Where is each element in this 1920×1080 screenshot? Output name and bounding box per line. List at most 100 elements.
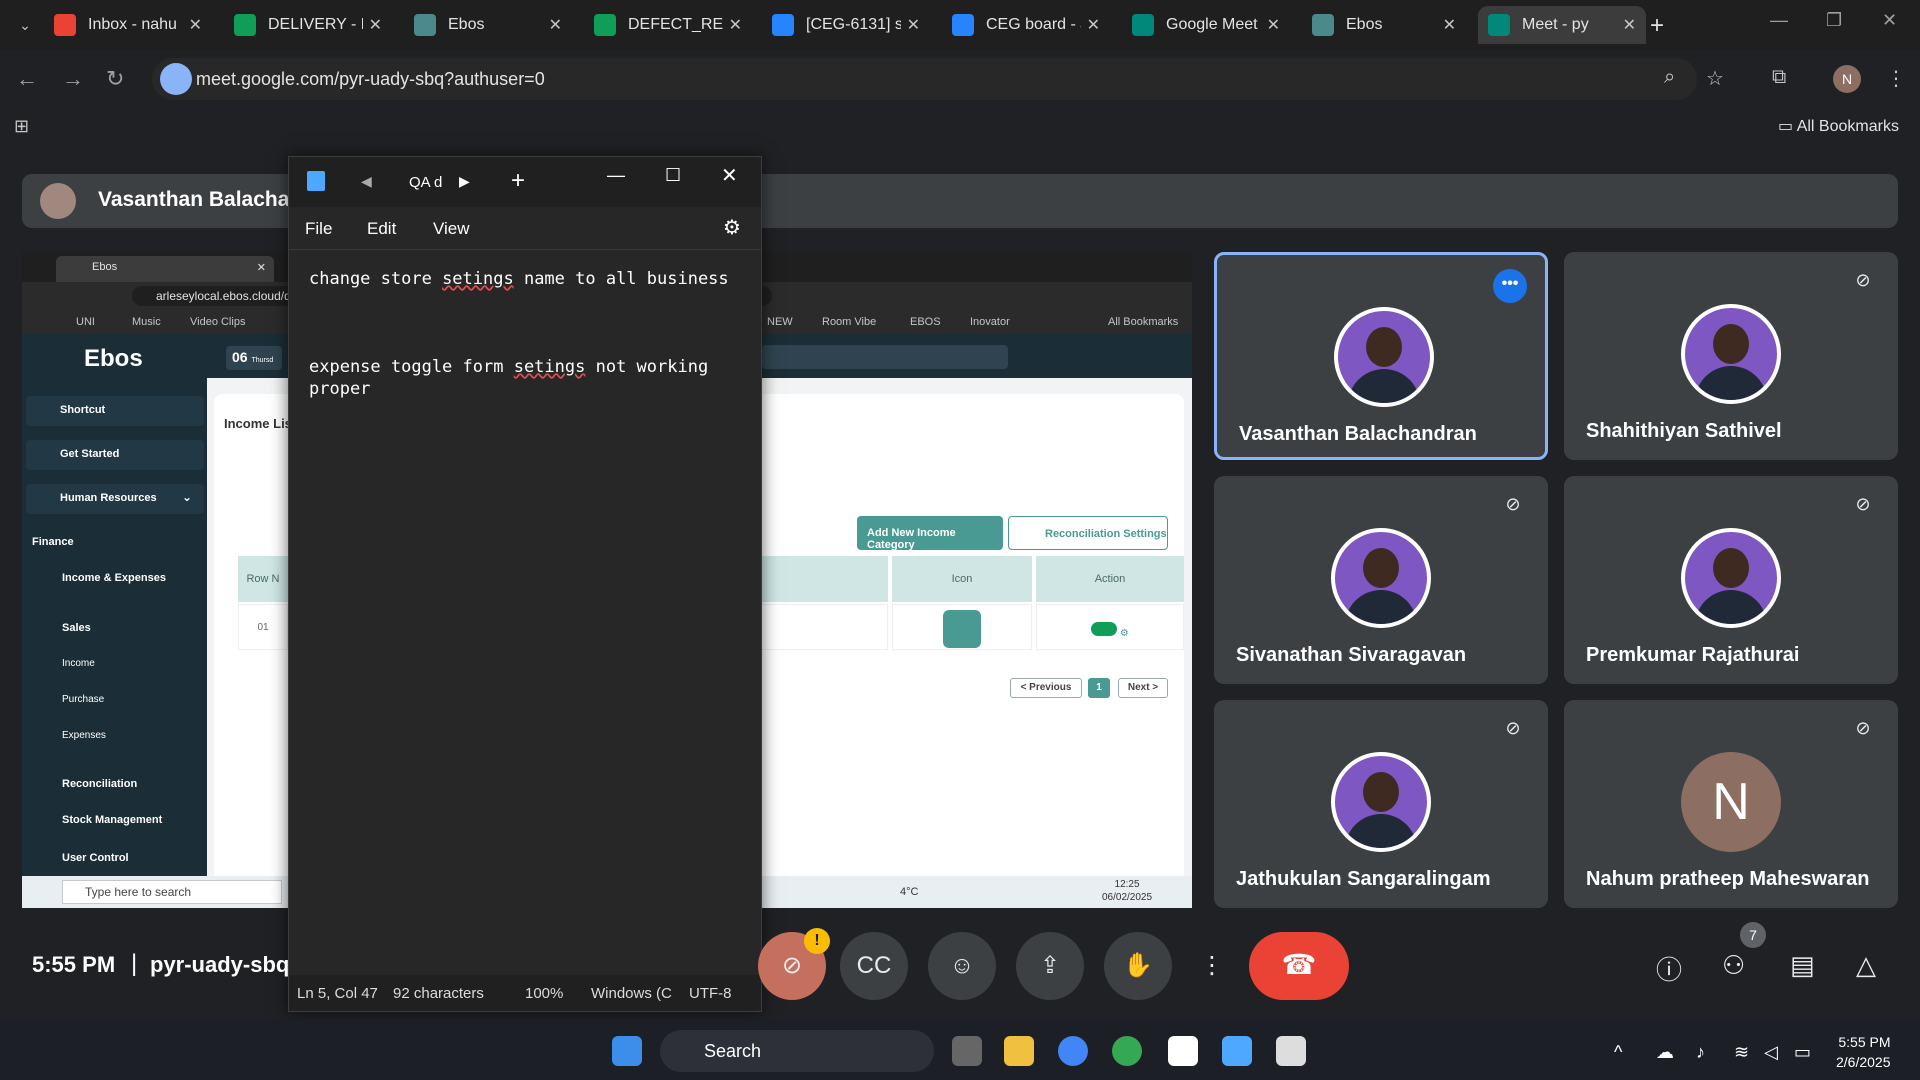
- tab-close-icon[interactable]: ✕: [1443, 15, 1456, 35]
- tab-close-icon[interactable]: ✕: [1267, 15, 1280, 35]
- taskbar-search[interactable]: Search: [660, 1030, 934, 1072]
- raise-hand-button[interactable]: ✋: [1104, 932, 1172, 1000]
- toggle-icon: [1091, 622, 1118, 636]
- shared-time: 12:25: [1114, 879, 1140, 890]
- notepad-tab-title[interactable]: QA d: [409, 174, 442, 191]
- notepad-line[interactable]: proper: [309, 379, 370, 399]
- participant-tile[interactable]: Sivanathan Sivaragavan ⊘: [1214, 476, 1548, 684]
- extensions-icon[interactable]: ⧉: [1772, 66, 1786, 89]
- tab-favicon-icon: [54, 14, 76, 36]
- browser-tab[interactable]: DELIVERY - P ✕: [224, 6, 392, 44]
- reload-icon[interactable]: ↻: [106, 66, 124, 92]
- tab-prev-icon[interactable]: ◀: [361, 173, 372, 190]
- all-bookmarks[interactable]: ▭ All Bookmarks: [1778, 116, 1899, 136]
- tab-search-icon[interactable]: ⌄: [10, 10, 40, 40]
- avatar-head: [1363, 772, 1399, 812]
- shared-tab: Ebos ✕: [56, 256, 274, 282]
- browser-tab[interactable]: [CEG-6131] s ✕: [762, 6, 930, 44]
- tab-close-icon[interactable]: ✕: [189, 15, 202, 35]
- tab-close-icon[interactable]: ✕: [1623, 15, 1636, 35]
- maximize-icon[interactable]: ☐: [665, 165, 681, 186]
- shared-bookmark: All Bookmarks: [1108, 316, 1179, 328]
- participant-tile[interactable]: Shahithiyan Sathivel ⊘: [1564, 252, 1898, 460]
- gear-icon[interactable]: ⚙: [723, 215, 741, 240]
- tab-label: [CEG-6131] s: [806, 16, 901, 33]
- people-icon[interactable]: ⚇: [1722, 950, 1745, 981]
- browser-tab[interactable]: CEG board - J ✕: [942, 6, 1110, 44]
- tab-close-icon[interactable]: ✕: [369, 15, 382, 35]
- tab-favicon-icon: [1132, 14, 1154, 36]
- reactions-button[interactable]: ☺: [928, 932, 996, 1000]
- bookmark-star-icon[interactable]: ☆: [1706, 66, 1724, 91]
- kebab-icon: ⋮: [1200, 952, 1224, 979]
- battery-icon[interactable]: ▭: [1794, 1042, 1811, 1063]
- present-button[interactable]: ⇪: [1016, 932, 1084, 1000]
- minimize-icon[interactable]: —: [607, 165, 625, 186]
- new-tab-button[interactable]: +: [1650, 12, 1664, 40]
- notepad-line[interactable]: change store setings name to all busines…: [309, 269, 729, 289]
- notepad-line[interactable]: expense toggle form setings not working: [309, 357, 708, 377]
- chrome-profile-icon[interactable]: [1112, 1036, 1142, 1066]
- task-view-icon[interactable]: [952, 1036, 982, 1066]
- restore-icon[interactable]: ❐: [1826, 10, 1842, 31]
- tab-favicon-icon: [772, 14, 794, 36]
- captions-button[interactable]: CC: [840, 932, 908, 1000]
- app-icon[interactable]: [1168, 1036, 1198, 1066]
- browser-tab[interactable]: DEFECT_REPO ✕: [584, 6, 752, 44]
- mic-icon[interactable]: ♪: [1696, 1042, 1705, 1063]
- new-tab-icon[interactable]: +: [511, 167, 525, 195]
- emoji-icon: ☺: [949, 952, 975, 979]
- profile-avatar[interactable]: N: [1833, 65, 1861, 93]
- tab-next-icon[interactable]: ▶: [459, 173, 470, 190]
- status-zoom[interactable]: 100%: [525, 985, 563, 1002]
- file-explorer-icon[interactable]: [1004, 1036, 1034, 1066]
- taskbar-clock[interactable]: 5:55 PM 2/6/2025: [1836, 1032, 1891, 1072]
- browser-tab-strip: ⌄ Inbox - nahu ✕ DELIVERY - P ✕ Ebos ✕ DEFECT_…: [0, 0, 1920, 50]
- volume-icon[interactable]: ◁: [1764, 1042, 1778, 1063]
- chat-icon[interactable]: ▤: [1790, 950, 1815, 981]
- more-options-button[interactable]: ⋮: [1190, 932, 1234, 1000]
- menu-view[interactable]: View: [433, 219, 470, 239]
- zoom-icon[interactable]: ⌕: [1664, 66, 1675, 89]
- ebos-add-button: Add New Income Category: [857, 516, 1003, 551]
- leave-call-button[interactable]: ☎: [1249, 932, 1349, 1000]
- chrome-icon[interactable]: [1058, 1036, 1088, 1066]
- info-icon[interactable]: ⓘ: [1656, 950, 1682, 987]
- participant-tile[interactable]: Premkumar Rajathurai ⊘: [1564, 476, 1898, 684]
- forward-icon[interactable]: →: [62, 66, 84, 92]
- back-icon[interactable]: ←: [16, 66, 38, 92]
- menu-file[interactable]: File: [305, 219, 332, 239]
- browser-tab[interactable]: Ebos ✕: [404, 6, 572, 44]
- minimize-icon[interactable]: —: [1770, 10, 1788, 31]
- mic-icon[interactable]: [160, 63, 192, 95]
- browser-tab[interactable]: Ebos ✕: [1302, 6, 1466, 44]
- snipping-tool-icon[interactable]: [1276, 1036, 1306, 1066]
- tab-close-icon[interactable]: ✕: [907, 15, 920, 35]
- tray-chevron-icon[interactable]: ^: [1614, 1042, 1622, 1063]
- wifi-icon[interactable]: ≋: [1734, 1042, 1749, 1063]
- participant-tile[interactable]: N Nahum pratheep Maheswaran ⊘: [1564, 700, 1898, 908]
- menu-edit[interactable]: Edit: [367, 219, 396, 239]
- participant-tile[interactable]: Jathukulan Sangaralingam ⊘: [1214, 700, 1548, 908]
- shared-bookmark: Music: [132, 316, 161, 328]
- tab-close-icon[interactable]: ✕: [1087, 15, 1100, 35]
- close-icon[interactable]: ✕: [721, 163, 738, 188]
- onedrive-icon[interactable]: ☁: [1656, 1042, 1674, 1063]
- start-icon[interactable]: [612, 1036, 642, 1066]
- browser-tab[interactable]: Inbox - nahu ✕: [44, 6, 212, 44]
- browser-tab[interactable]: Meet - py ✕: [1478, 6, 1646, 44]
- notepad-divider: [289, 249, 761, 250]
- tab-close-icon[interactable]: ✕: [549, 15, 562, 35]
- more-options-icon[interactable]: •••: [1493, 269, 1527, 303]
- tab-close-icon[interactable]: ✕: [729, 15, 742, 35]
- ebos-get-started: Get Started: [26, 440, 204, 470]
- apps-grid-icon[interactable]: ⊞: [14, 116, 29, 137]
- address-bar[interactable]: meet.google.com/pyr-uady-sbq?authuser=0: [152, 58, 1697, 100]
- present-icon: ⇪: [1039, 952, 1061, 979]
- close-icon[interactable]: ✕: [1882, 10, 1897, 31]
- notepad-taskbar-icon[interactable]: [1222, 1036, 1252, 1066]
- activities-icon[interactable]: △: [1856, 950, 1876, 981]
- menu-kebab-icon[interactable]: ⋮: [1886, 66, 1906, 91]
- browser-tab[interactable]: Google Meet ✕: [1122, 6, 1290, 44]
- participant-tile[interactable]: Vasanthan Balachandran •••: [1214, 252, 1548, 460]
